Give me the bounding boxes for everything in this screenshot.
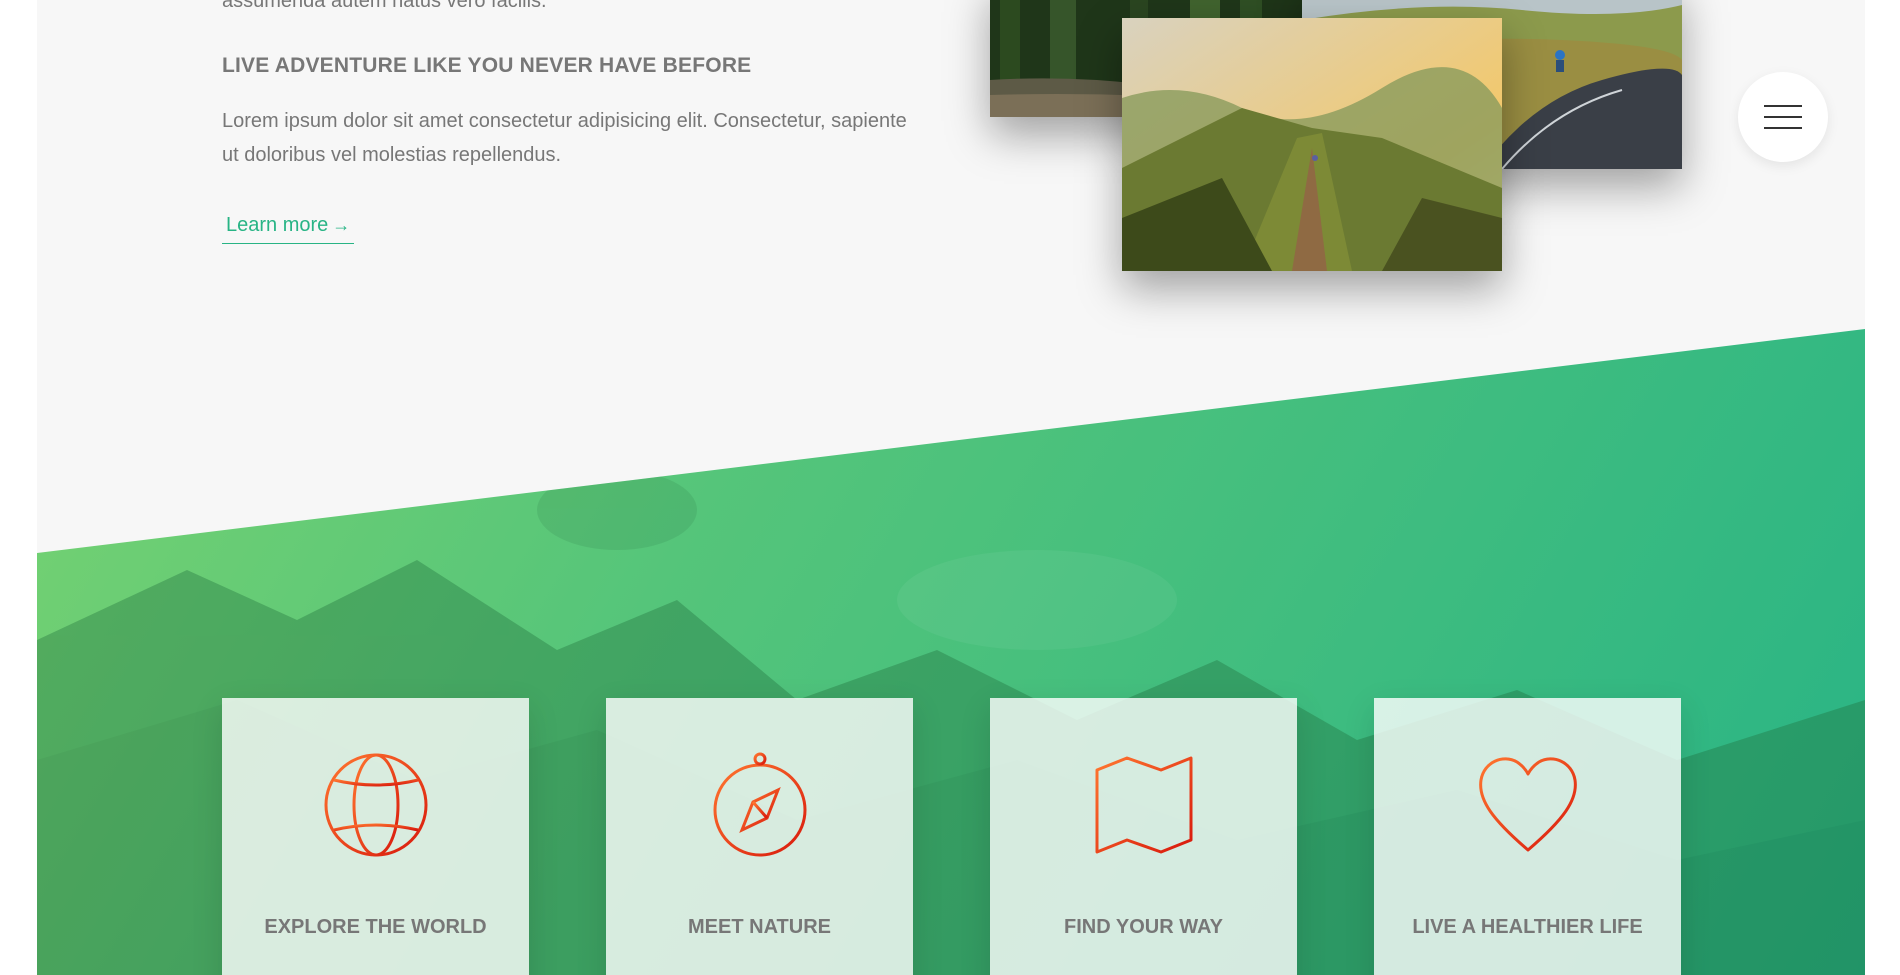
feature-card-health[interactable]: LIVE A HEALTHIER LIFE [1374,698,1681,975]
map-icon [1095,756,1192,854]
feature-card-way[interactable]: FIND YOUR WAY [990,698,1297,975]
globe-icon [324,753,427,857]
feature-card-nature[interactable]: MEET NATURE [606,698,913,975]
feature-title: MEET NATURE [688,916,831,938]
feature-title: LIVE A HEALTHIER LIFE [1412,916,1643,938]
section-heading: LIVE ADVENTURE LIKE YOU NEVER HAVE BEFOR… [222,54,752,77]
arrow-right-icon: → [332,215,351,235]
menu-button[interactable] [1738,72,1828,162]
hamburger-menu-icon [1764,116,1802,118]
feature-card-explore[interactable]: EXPLORE THE WORLD [222,698,529,975]
feature-title: EXPLORE THE WORLD [264,916,487,938]
feature-title: FIND YOUR WAY [1064,916,1223,938]
learn-more-link[interactable]: Learn more → [222,214,355,244]
compass-icon [713,752,806,857]
learn-more-label: Learn more [226,214,329,236]
hamburger-menu-icon [1764,105,1802,107]
heart-icon [1478,757,1577,852]
mountain-ridge-hiker-photo[interactable] [1122,18,1502,271]
intro-cut-text: assumenda autem natus vero facilis. [222,0,547,12]
hamburger-menu-icon [1764,127,1802,129]
section-paragraph: Lorem ipsum dolor sit amet consectetur a… [222,110,907,166]
page: assumenda autem natus vero facilis. LIVE… [37,0,1865,975]
